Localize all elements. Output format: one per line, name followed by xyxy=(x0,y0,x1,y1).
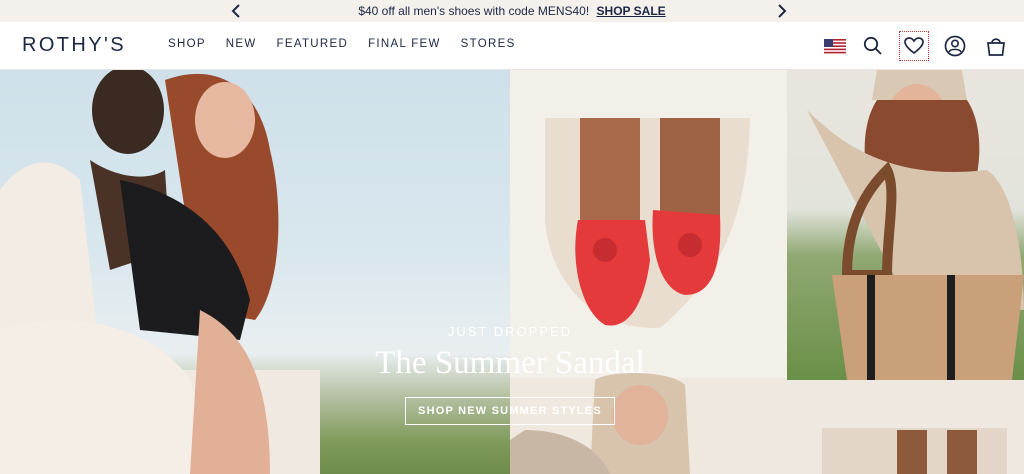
hero-photo-tote xyxy=(787,70,1024,380)
nav-featured[interactable]: FEATURED xyxy=(277,38,349,50)
account-button[interactable] xyxy=(941,32,969,60)
nav-stores[interactable]: STORES xyxy=(461,38,516,50)
promo-prev-button[interactable] xyxy=(225,0,247,22)
bag-icon xyxy=(987,38,1005,56)
main-nav: SHOP NEW FEATURED FINAL FEW STORES xyxy=(168,38,536,50)
promo-message: $40 off all men's shoes with code MENS40… xyxy=(358,4,665,18)
brand-logo[interactable]: ROTHY'S xyxy=(22,34,126,57)
promo-next-button[interactable] xyxy=(771,0,793,22)
heart-icon xyxy=(904,37,924,55)
promo-bar: $40 off all men's shoes with code MENS40… xyxy=(0,0,1024,22)
hero-photo-legs xyxy=(787,380,1024,474)
wishlist-button[interactable] xyxy=(899,31,929,61)
user-icon xyxy=(944,35,966,57)
promo-text: $40 off all men's shoes with code MENS40… xyxy=(358,4,590,18)
us-flag-icon xyxy=(824,38,846,54)
site-header: ROTHY'S SHOP NEW FEATURED FINAL FEW STOR… xyxy=(0,22,1024,70)
shop-new-summer-styles-button[interactable]: SHOP NEW SUMMER STYLES xyxy=(405,397,615,425)
tote-photo-illustration xyxy=(807,70,1024,380)
nav-final-few[interactable]: FINAL FEW xyxy=(368,38,441,50)
chevron-left-icon xyxy=(231,4,240,18)
country-selector[interactable] xyxy=(824,38,846,54)
nav-new[interactable]: NEW xyxy=(226,38,257,50)
search-button[interactable] xyxy=(859,32,887,60)
shop-sale-link[interactable]: SHOP SALE xyxy=(597,4,666,18)
hero-headline: The Summer Sandal xyxy=(375,345,645,381)
legs-photo-illustration xyxy=(822,428,1007,474)
nav-shop[interactable]: SHOP xyxy=(168,38,206,50)
chevron-right-icon xyxy=(778,4,787,18)
cart-button[interactable] xyxy=(982,32,1010,60)
hero-banner[interactable]: JUST DROPPED The Summer Sandal SHOP NEW … xyxy=(0,70,1024,474)
hero-eyebrow: JUST DROPPED xyxy=(447,324,573,339)
search-icon xyxy=(863,36,882,55)
hero-overlay: JUST DROPPED The Summer Sandal SHOP NEW … xyxy=(320,324,700,425)
header-icons xyxy=(824,31,1010,61)
